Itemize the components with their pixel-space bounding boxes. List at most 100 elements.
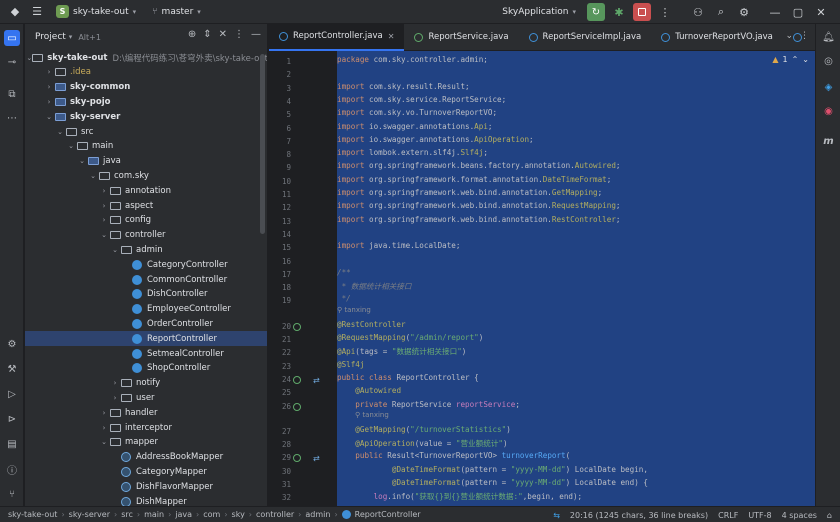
tree-item[interactable]: ReportController [25,331,267,347]
hide-icon[interactable]: — [251,29,261,40]
expand-all-icon[interactable]: ⇕ [203,29,211,40]
maven-icon[interactable]: ◉ [821,104,836,119]
more-icon[interactable]: ⋮ [656,3,674,21]
chevron-down-icon[interactable]: ⌄ [66,142,76,150]
code-line[interactable]: import lombok.extern.slf4j.Slf4j; [337,148,488,161]
code-line[interactable]: import org.springframework.beans.factory… [337,161,620,174]
breadcrumb-item[interactable]: ReportController [355,510,421,519]
commit-icon[interactable]: ⊸ [4,54,20,70]
tree-item[interactable]: DishFlavorMapper [25,479,267,494]
tree-item[interactable]: ⌄ src [25,124,267,139]
run-icon[interactable]: ▷ [4,386,20,402]
tree-item[interactable]: ⌄ java [25,154,267,169]
debug-icon[interactable]: ⊳ [4,411,20,427]
chevron-right-icon[interactable]: › [44,83,54,91]
tree-item[interactable]: ⌄ com.sky [25,168,267,183]
code-line[interactable]: @DateTimeFormat(pattern = "yyyy-MM-dd") … [337,478,648,491]
chevron-down-icon[interactable]: ⌄ [77,157,87,165]
code-line[interactable]: public Result<TurnoverReportVO> turnover… [337,451,570,464]
folder-icon[interactable]: ▭ [4,30,20,46]
plugin-icon[interactable]: ◈ [821,80,836,95]
editor-tab[interactable]: ReportServiceImpl.java [519,24,652,51]
chevron-up-icon[interactable]: ⌃ [792,55,799,64]
tree-scrollbar[interactable] [260,54,265,234]
close-icon[interactable]: ✕ [812,3,830,21]
code-line[interactable]: @ApiOperation(value = "营业额统计") [337,438,507,451]
code-line[interactable]: import com.sky.service.ReportService; [337,95,506,108]
tree-item[interactable]: ⌄ controller [25,228,267,243]
code-line[interactable]: import org.springframework.web.bind.anno… [337,188,602,201]
terminal-icon[interactable]: ▤ [4,436,20,452]
chevron-down-icon[interactable]: ⌄ [44,113,54,121]
endpoint-icon[interactable]: ⇄ [313,376,321,385]
chevron-down-icon[interactable]: ⌄ [99,231,109,239]
caret-position[interactable]: 20:16 (1245 chars, 36 line breaks) [570,511,708,520]
locate-icon[interactable]: ⊕ [188,29,196,40]
app-logo-icon[interactable]: ◆ [6,3,24,21]
tree-item[interactable]: SetmealController [25,346,267,361]
breadcrumb-item[interactable]: main [144,510,164,519]
chevron-right-icon[interactable]: › [99,187,109,195]
indent-setting[interactable]: 4 spaces [782,511,817,520]
code-line[interactable]: @GetMapping("/turnoverStatistics") [337,425,510,438]
tree-item[interactable]: › user [25,390,267,405]
problems-icon[interactable]: ⓘ [4,461,20,477]
code-line[interactable]: import com.sky.result.Result; [337,82,470,95]
breadcrumb-item[interactable]: sky-server [69,510,110,519]
chevron-down-icon[interactable]: ⌄ [99,438,109,446]
more-icon[interactable]: ⋮ [800,31,809,41]
inspection-widget[interactable]: ▲ 1 ⌃ ⌄ [772,55,809,64]
code-line[interactable]: @Api(tags = "数据统计相关接口") [337,346,466,359]
tree-item[interactable]: CategoryController [25,257,267,272]
tree-item[interactable]: CommonController [25,272,267,287]
chevron-right-icon[interactable]: › [44,68,54,76]
tree-item[interactable]: CategoryMapper [25,464,267,479]
code-line[interactable]: import io.swagger.annotations.ApiOperati… [337,135,534,148]
author-hint[interactable]: ⚲ tanxing [337,306,371,317]
code-line[interactable]: import java.time.LocalDate; [337,241,460,254]
add-user-icon[interactable]: ⚇ [689,3,707,21]
chevron-down-icon[interactable]: ⌄ [110,246,120,254]
editor-tab[interactable]: TurnoverReportVO.java [651,24,783,51]
spring-bean-icon[interactable] [293,402,301,411]
structure-icon[interactable]: ⧉ [4,86,20,102]
tree-item[interactable]: DishController [25,287,267,302]
tree-item[interactable]: › handler [25,405,267,420]
breadcrumb-item[interactable]: controller [256,510,294,519]
run-config-selector[interactable]: SkyApplication ▾ [496,3,582,21]
code-line[interactable]: log.info("获取{}到{}营业额统计数据:",begin, end); [337,491,583,504]
code-line[interactable]: public class ReportController { [337,373,479,386]
more-icon[interactable]: ⋮ [234,29,244,40]
line-separator[interactable]: CRLF [718,511,738,520]
chevron-down-icon[interactable]: ⌄ [802,55,809,64]
code-line[interactable]: import org.springframework.web.bind.anno… [337,215,620,228]
gear-icon[interactable]: ⚙ [735,3,753,21]
chevron-down-icon[interactable]: ⌄ [55,128,65,136]
chevron-right-icon[interactable]: › [99,424,109,432]
breadcrumb-item[interactable]: admin [305,510,330,519]
tree-item[interactable]: ⌄ main [25,139,267,154]
breadcrumb-item[interactable]: sky-take-out [8,510,57,519]
file-encoding[interactable]: UTF-8 [748,511,771,520]
tree-item[interactable]: EmployeeController [25,302,267,317]
tree-item[interactable]: › aspect [25,198,267,213]
tree-item[interactable]: › notify [25,376,267,391]
tree-item[interactable]: ShopController [25,361,267,376]
editor-tab[interactable]: ReportController.java ✕ [269,23,405,51]
tree-item[interactable]: › sky-pojo [25,94,267,109]
code-line[interactable]: /** [337,268,351,281]
debug-icon[interactable]: ✱ [610,3,628,21]
close-icon[interactable]: ✕ [388,32,395,41]
git-icon[interactable]: ⑂ [4,486,20,502]
branch-selector[interactable]: ⑂ master ▾ [146,3,207,21]
breadcrumb-item[interactable]: sky [232,510,245,519]
chevron-down-icon[interactable]: ⌄ [785,31,793,41]
lock-icon[interactable]: ⌂ [827,511,832,520]
code-line[interactable]: @DateTimeFormat(pattern = "yyyy-MM-dd") … [337,465,648,478]
stop-button[interactable] [633,3,651,21]
code-line[interactable]: package com.sky.controller.admin; [337,55,488,68]
chevron-right-icon[interactable]: › [99,409,109,417]
code-line[interactable]: @RestController [337,320,406,333]
code-line[interactable]: import io.swagger.annotations.Api; [337,122,492,135]
tree-item[interactable]: ⌄ admin [25,242,267,257]
